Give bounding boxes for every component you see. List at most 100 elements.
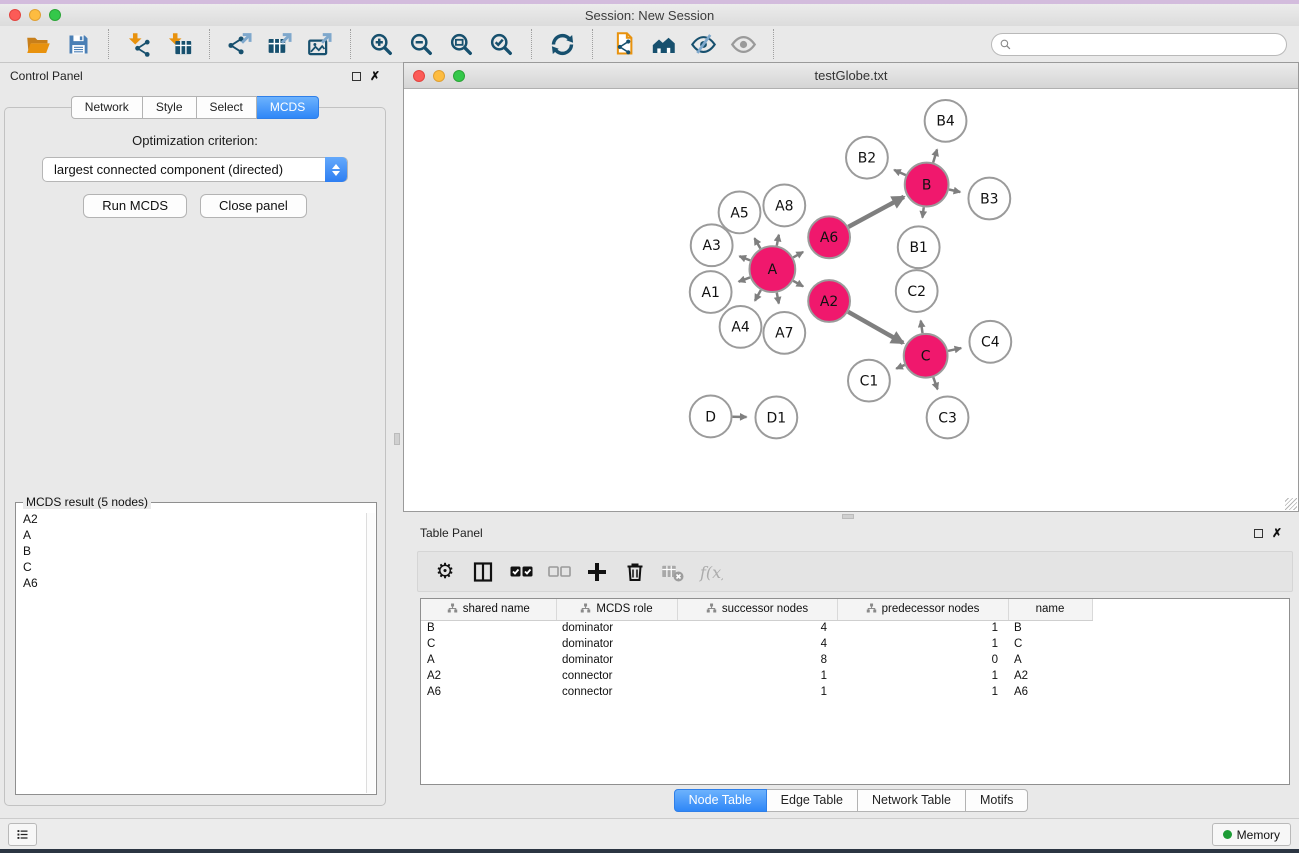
delete-column-icon[interactable] [616, 557, 654, 587]
add-column-icon[interactable] [578, 557, 616, 587]
result-item[interactable]: A6 [23, 575, 376, 591]
node-C[interactable]: C [904, 334, 948, 378]
criterion-select[interactable]: largest connected component (directed) [42, 157, 348, 182]
edge-B-B1[interactable] [922, 207, 923, 217]
node-A8[interactable]: A8 [763, 185, 805, 227]
save-icon[interactable] [58, 29, 98, 59]
vertical-splitter-grip[interactable] [394, 433, 400, 445]
settings-gear-icon[interactable]: ⚙ [426, 557, 464, 587]
table-cell[interactable]: 0 [837, 652, 1008, 668]
export-network-icon[interactable] [220, 29, 260, 59]
refresh-icon[interactable] [542, 29, 582, 59]
node-B1[interactable]: B1 [898, 226, 940, 268]
edge-C-C4[interactable] [948, 348, 961, 351]
table-cell[interactable]: 1 [837, 620, 1008, 636]
zoom-in-icon[interactable] [361, 29, 401, 59]
table-row[interactable]: Bdominator41B [421, 620, 1092, 636]
node-A2[interactable]: A2 [808, 280, 850, 322]
export-table-icon[interactable] [260, 29, 300, 59]
float-panel-icon[interactable] [352, 72, 361, 81]
table-cell[interactable]: 1 [677, 684, 837, 700]
run-mcds-button[interactable]: Run MCDS [83, 194, 187, 218]
node-A[interactable]: A [749, 246, 795, 292]
column-header-MCDS-role[interactable]: MCDS role [556, 599, 677, 620]
tab-select[interactable]: Select [197, 96, 257, 119]
node-C2[interactable]: C2 [896, 270, 938, 312]
close-table-panel-icon[interactable]: ✗ [1272, 527, 1282, 539]
select-all-icon[interactable] [502, 557, 540, 587]
import-table-icon[interactable] [159, 29, 199, 59]
edge-A-A6[interactable] [793, 252, 803, 258]
zoom-out-icon[interactable] [401, 29, 441, 59]
table-cell[interactable]: 4 [677, 636, 837, 652]
task-history-button[interactable] [8, 823, 37, 846]
edge-B-B3[interactable] [949, 190, 960, 192]
node-B[interactable]: B [905, 163, 949, 207]
node-B4[interactable]: B4 [925, 100, 967, 142]
table-cell[interactable]: 1 [837, 668, 1008, 684]
edge-C-C1[interactable] [896, 365, 904, 369]
memory-button[interactable]: Memory [1212, 823, 1291, 846]
hide-eye-icon[interactable] [683, 29, 723, 59]
tab-network[interactable]: Network [71, 96, 143, 119]
node-A4[interactable]: A4 [720, 306, 762, 348]
result-item[interactable]: A [23, 527, 376, 543]
open-icon[interactable] [18, 29, 58, 59]
table-cell[interactable]: A2 [421, 668, 556, 684]
table-cell[interactable]: 4 [677, 620, 837, 636]
table-cell[interactable]: 1 [837, 636, 1008, 652]
tab-node-table[interactable]: Node Table [674, 789, 767, 812]
column-header-name[interactable]: name [1008, 599, 1092, 620]
tab-network-table[interactable]: Network Table [858, 789, 966, 812]
column-header-successor-nodes[interactable]: successor nodes [677, 599, 837, 620]
table-cell[interactable]: connector [556, 668, 677, 684]
table-row[interactable]: Cdominator41C [421, 636, 1092, 652]
edge-A2-C[interactable] [848, 312, 903, 343]
table-cell[interactable]: connector [556, 684, 677, 700]
zoom-fit-icon[interactable] [441, 29, 481, 59]
edge-A-A7[interactable] [777, 293, 779, 304]
node-A7[interactable]: A7 [763, 312, 805, 354]
close-panel-button[interactable]: Close panel [200, 194, 307, 218]
column-header-predecessor-nodes[interactable]: predecessor nodes [837, 599, 1008, 620]
node-A3[interactable]: A3 [691, 224, 733, 266]
table-cell[interactable]: B [421, 620, 556, 636]
node-C4[interactable]: C4 [969, 321, 1011, 363]
table-cell[interactable]: 1 [677, 668, 837, 684]
float-table-panel-icon[interactable] [1254, 529, 1263, 538]
edge-A-A3[interactable] [739, 256, 750, 260]
node-A6[interactable]: A6 [808, 216, 850, 258]
window-resize-grip[interactable] [1285, 498, 1297, 510]
edge-A-A2[interactable] [793, 281, 803, 287]
edge-A-A8[interactable] [777, 235, 779, 246]
home-icon[interactable] [643, 29, 683, 59]
tab-motifs[interactable]: Motifs [966, 789, 1028, 812]
edge-B-B4[interactable] [933, 149, 937, 162]
node-B3[interactable]: B3 [968, 178, 1010, 220]
search-input[interactable] [991, 33, 1287, 56]
node-C3[interactable]: C3 [927, 397, 969, 439]
table-cell[interactable]: dominator [556, 620, 677, 636]
edge-A-A4[interactable] [755, 290, 761, 301]
horizontal-splitter-grip[interactable] [842, 514, 854, 519]
new-session-network-icon[interactable] [603, 29, 643, 59]
panes-icon[interactable] [464, 557, 502, 587]
result-scrollbar[interactable] [366, 513, 375, 793]
table-cell[interactable]: A [1008, 652, 1092, 668]
tab-mcds[interactable]: MCDS [257, 96, 319, 119]
import-network-icon[interactable] [119, 29, 159, 59]
edge-A-A1[interactable] [739, 277, 750, 281]
table-cell[interactable]: C [1008, 636, 1092, 652]
table-cell[interactable]: A [421, 652, 556, 668]
table-cell[interactable]: 1 [837, 684, 1008, 700]
edge-C-C2[interactable] [921, 321, 923, 333]
table-cell[interactable]: dominator [556, 652, 677, 668]
result-item[interactable]: A2 [23, 511, 376, 527]
table-cell[interactable]: C [421, 636, 556, 652]
export-image-icon[interactable] [300, 29, 340, 59]
edge-A6-B[interactable] [848, 197, 904, 227]
network-canvas[interactable]: B4B2BB3A5A8A6A3B1AA1C2A2A4A7CC4C1C3DD1 [404, 89, 1298, 511]
node-C1[interactable]: C1 [848, 360, 890, 402]
result-item[interactable]: C [23, 559, 376, 575]
close-panel-icon[interactable]: ✗ [370, 70, 380, 82]
